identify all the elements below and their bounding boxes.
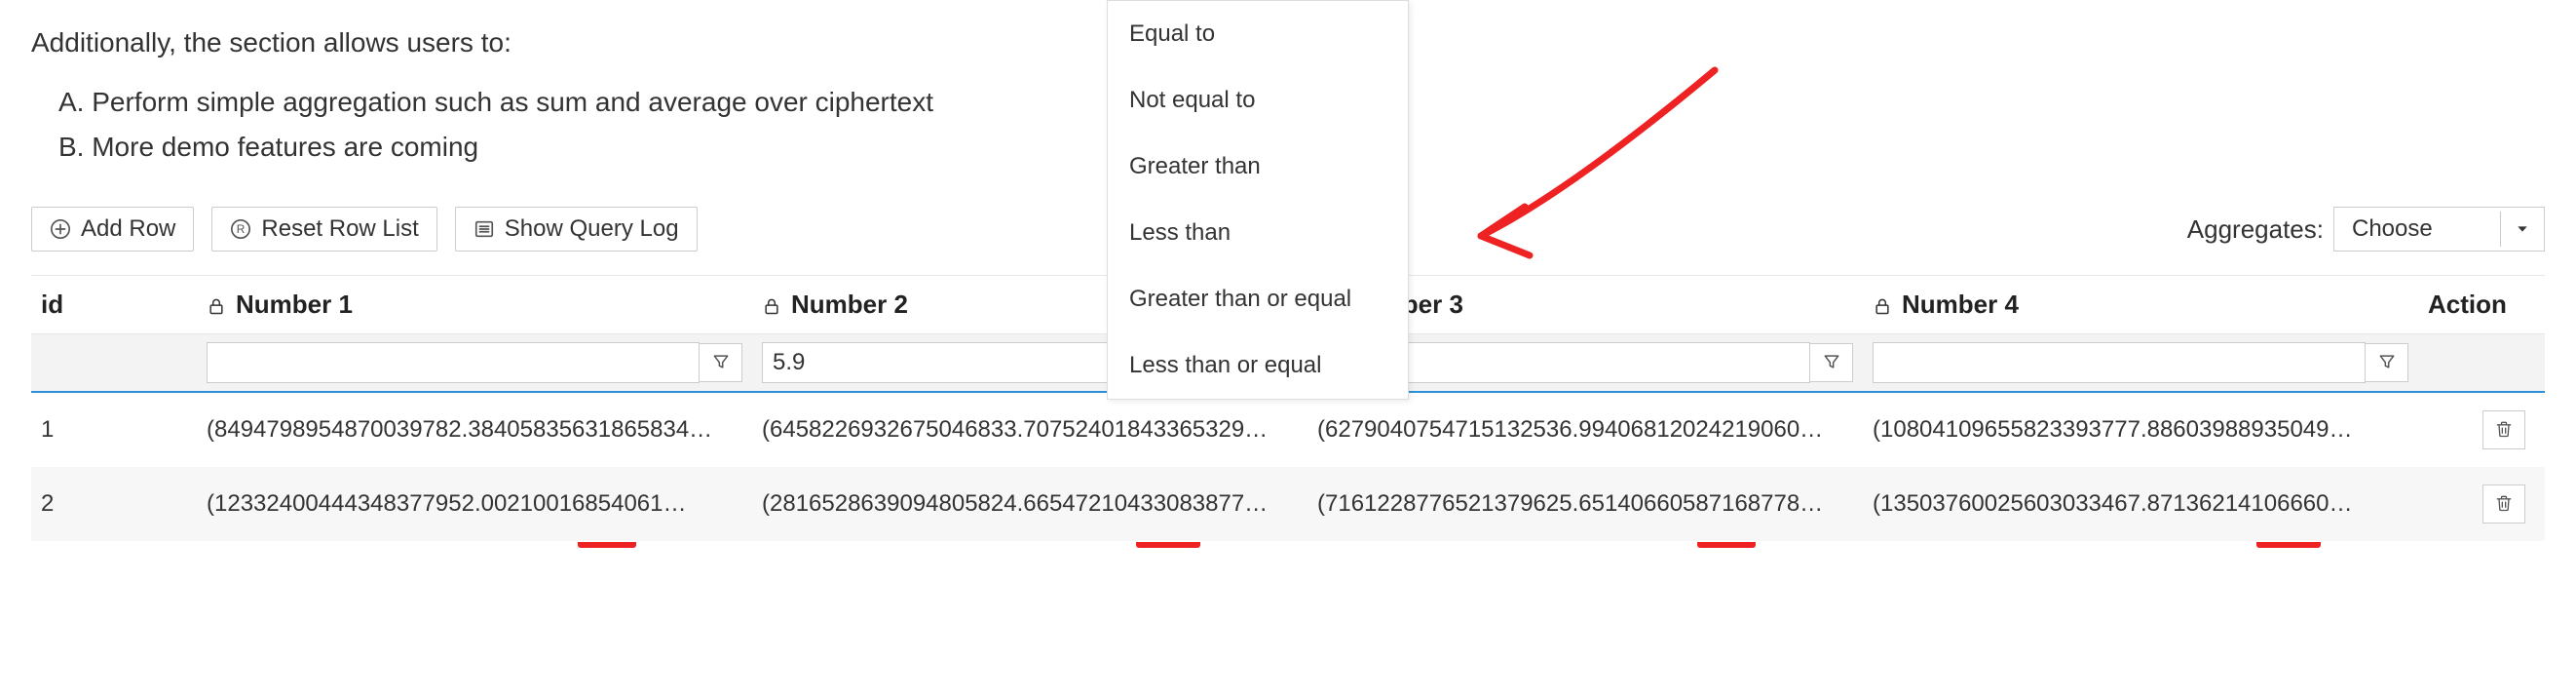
aggregates-wrap: Aggregates: Choose <box>2187 207 2545 252</box>
filter-button-num4[interactable] <box>2366 343 2408 382</box>
reset-circle-icon: R <box>230 218 251 240</box>
filter-op-less-than[interactable]: Less than <box>1108 200 1408 266</box>
lock-icon <box>1873 295 1892 317</box>
lock-icon <box>762 295 781 317</box>
caret-down-icon <box>2500 212 2544 247</box>
cell-num1: (8494798954870039782.38405835631865834… <box>197 392 752 467</box>
filter-button-num3[interactable] <box>1810 343 1853 382</box>
filter-op-gte[interactable]: Greater than or equal <box>1108 266 1408 332</box>
cell-num1: (12332400444348377952.00210016854061… <box>197 467 752 541</box>
cell-id: 1 <box>31 392 197 467</box>
trash-icon <box>2494 493 2514 516</box>
table-row: 2 (12332400444348377952.00210016854061… … <box>31 467 2545 541</box>
cell-num2: (6458226932675046833.70752401843365329… <box>752 392 1307 467</box>
col-header-id[interactable]: id <box>31 276 197 334</box>
table-row: 1 (8494798954870039782.38405835631865834… <box>31 392 2545 467</box>
svg-text:R: R <box>237 222 246 236</box>
filter-op-lte[interactable]: Less than or equal <box>1108 332 1408 399</box>
show-query-log-label: Show Query Log <box>505 215 679 243</box>
funnel-icon <box>2377 352 2397 374</box>
filter-input-num1[interactable] <box>207 342 700 383</box>
col-header-num4-label: Number 4 <box>1902 290 2019 319</box>
cell-num4: (13503760025603033467.87136214106660… <box>1863 467 2418 541</box>
cell-num4: (10804109655823393777.88603988935049… <box>1863 392 2418 467</box>
col-header-num4[interactable]: Number 4 <box>1863 276 2418 334</box>
cell-num2: (2816528639094805824.66547210433083877… <box>752 467 1307 541</box>
add-row-button[interactable]: Add Row <box>31 207 194 252</box>
filter-op-greater-than[interactable]: Greater than <box>1108 134 1408 200</box>
filter-op-not-equal[interactable]: Not equal to <box>1108 67 1408 134</box>
col-header-num1-label: Number 1 <box>236 290 353 319</box>
delete-row-button[interactable] <box>2482 410 2525 449</box>
col-header-action: Action <box>2418 276 2545 334</box>
lock-icon <box>207 295 226 317</box>
add-row-label: Add Row <box>81 215 175 243</box>
cell-id: 2 <box>31 467 197 541</box>
col-header-num2-label: Number 2 <box>791 290 908 319</box>
funnel-icon <box>1822 352 1841 374</box>
cell-num3: (6279040754715132536.99406812024219060… <box>1307 392 1863 467</box>
col-header-num1[interactable]: Number 1 <box>197 276 752 334</box>
aggregates-select[interactable]: Choose <box>2333 207 2545 252</box>
show-query-log-button[interactable]: Show Query Log <box>455 207 698 252</box>
plus-circle-icon <box>50 218 71 240</box>
trash-icon <box>2494 419 2514 442</box>
aggregates-selected: Choose <box>2334 208 2500 251</box>
filter-button-num1[interactable] <box>700 343 742 382</box>
cell-num3: (7161228776521379625.65140660587168778… <box>1307 467 1863 541</box>
delete-row-button[interactable] <box>2482 485 2525 524</box>
filter-operator-dropdown: Equal to Not equal to Greater than Less … <box>1107 0 1409 400</box>
reset-row-list-button[interactable]: R Reset Row List <box>211 207 436 252</box>
filter-input-num4[interactable] <box>1873 342 2366 383</box>
funnel-icon <box>711 352 731 374</box>
reset-row-list-label: Reset Row List <box>261 215 418 243</box>
filter-op-equal[interactable]: Equal to <box>1108 1 1408 67</box>
list-icon <box>474 218 495 240</box>
aggregates-label: Aggregates: <box>2187 214 2324 245</box>
